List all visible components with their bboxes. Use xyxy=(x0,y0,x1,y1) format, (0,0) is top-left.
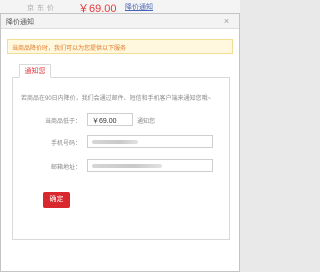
email-label: 邮箱地址： xyxy=(50,165,81,171)
notify-form-panel: 若商品在90日内降价，我们会通过邮件、短信和手机客户端来通知您哦~ 当商品低于：… xyxy=(12,77,230,240)
jd-price-label: 京 东 价 xyxy=(27,5,55,12)
price-drop-dialog: 降价通知 × 当商品降价时，我们可以为您提供以下服务 通知您 若商品在90日内降… xyxy=(0,13,240,272)
dialog-title: 降价通知 xyxy=(6,19,34,26)
close-icon[interactable]: × xyxy=(222,17,231,26)
page-header-strip: 京 东 价 ￥69.00 降价通知 xyxy=(0,0,240,15)
phone-label: 手机号码： xyxy=(50,141,81,147)
dialog-header: 降价通知 × xyxy=(1,14,239,29)
phone-blurred-value xyxy=(92,140,138,144)
price-threshold-value: ￥69.00 xyxy=(92,118,117,125)
form-description: 若商品在90日内降价，我们会通过邮件、短信和手机客户端来通知您哦~ xyxy=(21,96,212,102)
phone-input[interactable] xyxy=(87,135,213,148)
notice-text: 当商品降价时，我们可以为您提供以下服务 xyxy=(12,46,127,52)
tab-notify-label: 通知您 xyxy=(24,68,46,75)
price-threshold-suffix: 通知您 xyxy=(137,119,156,125)
price-threshold-label: 当商品低于： xyxy=(44,119,81,125)
tab-notify[interactable]: 通知您 xyxy=(19,64,51,78)
confirm-button[interactable]: 确定 xyxy=(43,192,70,208)
notice-bar: 当商品降价时，我们可以为您提供以下服务 xyxy=(7,39,233,54)
email-input[interactable] xyxy=(87,159,213,172)
price-threshold-input[interactable]: ￥69.00 xyxy=(87,113,133,126)
email-blurred-value xyxy=(92,164,162,168)
price-drop-notify-link[interactable]: 降价通知 xyxy=(125,2,153,12)
